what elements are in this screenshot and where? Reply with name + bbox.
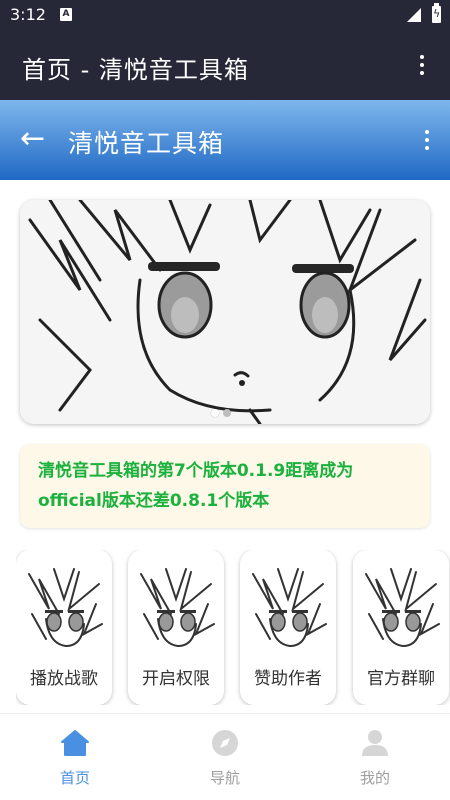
banner-carousel[interactable] xyxy=(20,200,430,424)
carousel-dot[interactable] xyxy=(223,409,231,417)
page-more-vert-icon[interactable] xyxy=(425,130,429,134)
anime-avatar-image xyxy=(252,568,327,648)
feature-label: 赞助作者 xyxy=(254,669,322,689)
bottom-navigation: 首页 导航 我的 xyxy=(0,713,450,800)
anime-avatar-image xyxy=(28,568,103,648)
battery-charging-icon xyxy=(432,3,441,23)
nav-item-profile[interactable]: 我的 xyxy=(300,714,450,800)
nav-label: 首页 xyxy=(59,769,90,787)
app-bar: 首页 - 清悦音工具箱 xyxy=(0,30,450,100)
status-time: 3:12 xyxy=(10,5,46,24)
feature-card-sponsor-author[interactable]: 赞助作者 xyxy=(240,550,336,705)
page-header: ← 清悦音工具箱 xyxy=(0,100,450,180)
page-title: 清悦音工具箱 xyxy=(68,129,225,158)
banner-anime-illustration xyxy=(20,200,430,424)
feature-card-official-group[interactable]: 官方群聊 xyxy=(353,550,449,705)
feature-card-play-anthem[interactable]: 播放战歌 xyxy=(16,550,112,705)
anime-avatar-image xyxy=(140,568,215,648)
nav-label: 导航 xyxy=(209,769,240,787)
profile-icon xyxy=(362,730,388,756)
nav-label: 我的 xyxy=(359,769,390,787)
carousel-indicator xyxy=(211,402,235,421)
nav-item-navigation[interactable]: 导航 xyxy=(150,714,300,800)
notification-a-icon: A xyxy=(60,8,72,21)
app-title: 首页 - 清悦音工具箱 xyxy=(22,56,249,84)
anime-avatar-image xyxy=(365,568,440,648)
app-more-vert-icon[interactable] xyxy=(420,55,424,59)
carousel-dot-active[interactable] xyxy=(211,409,219,417)
home-icon xyxy=(61,730,89,756)
version-notice: 清悦音工具箱的第7个版本0.1.9距离成为official版本还差0.8.1个版… xyxy=(20,444,430,528)
feature-label: 开启权限 xyxy=(142,669,210,689)
signal-icon xyxy=(407,8,421,22)
feature-label: 官方群聊 xyxy=(367,669,435,689)
compass-icon xyxy=(212,730,238,756)
feature-card-grant-permission[interactable]: 开启权限 xyxy=(128,550,224,705)
feature-label: 播放战歌 xyxy=(30,669,98,689)
feature-grid: 播放战歌 开启权限 赞助作者 官方群聊 xyxy=(16,550,450,705)
nav-item-home[interactable]: 首页 xyxy=(0,714,150,800)
back-arrow-icon[interactable]: ← xyxy=(20,124,45,154)
status-bar: 3:12 A xyxy=(0,0,450,30)
